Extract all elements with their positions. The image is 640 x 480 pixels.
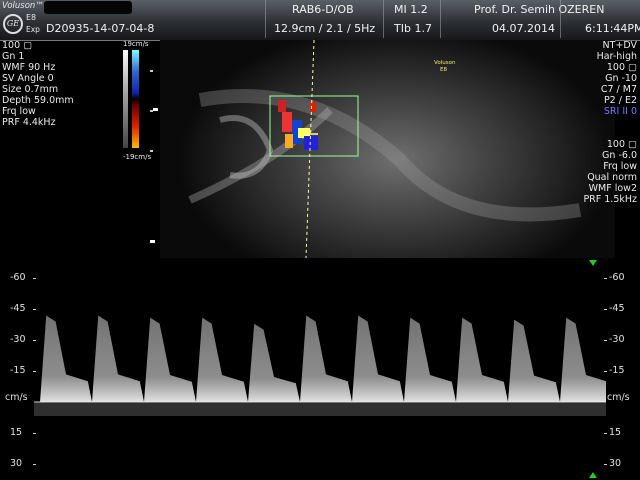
persistence-param: P2 / E2 xyxy=(603,95,637,106)
ultrasound-screen: Voluson™ GE E8 Exp D20935-14-07-04-8 RAB… xyxy=(0,0,640,480)
doppler-quality: Qual norm xyxy=(587,172,637,183)
color-velocity-bar xyxy=(132,50,139,148)
doppler-wmf: WMF low2 xyxy=(588,183,637,194)
top-status-bar: Voluson™ GE E8 Exp D20935-14-07-04-8 RAB… xyxy=(0,0,640,41)
sv-angle-param: SV Angle 0 xyxy=(2,73,54,84)
wmf-param: WMF 90 Hz xyxy=(2,62,56,73)
velocity-tick-mark xyxy=(604,309,607,311)
color-bar-top-label: 19cm/s xyxy=(123,40,149,48)
velocity-unit-right: cm/s xyxy=(607,392,630,403)
bmode-power: 100 ▢ xyxy=(606,62,637,73)
left-parameter-panel: 100 ▢ Gn 1 WMF 90 Hz SV Angle 0 Size 0.7… xyxy=(2,40,74,128)
baseline-marker xyxy=(153,108,158,111)
probe-preset: RAB6-D/OB xyxy=(292,3,354,16)
frequency-param: Frq low xyxy=(2,106,36,117)
doppler-power: 100 ▢ xyxy=(606,139,637,150)
right-bmode-panel: NT+DV Har-high 100 ▢ Gn -10 C7 / M7 P2 /… xyxy=(597,40,637,117)
velocity-tick-mark xyxy=(604,278,607,280)
spectral-doppler-trace[interactable] xyxy=(34,262,612,472)
watermark-brand: Voluson xyxy=(434,60,456,66)
gain-param: Gn 1 xyxy=(2,51,25,62)
velocity-tick-label: -60 xyxy=(609,272,625,284)
cardiac-cycle-waveform xyxy=(40,315,92,402)
velocity-tick-label: -30 xyxy=(609,334,625,346)
cardiac-cycle-waveform xyxy=(144,317,196,402)
cardiac-cycle-waveform xyxy=(456,317,508,402)
sri-param: SRI II 0 xyxy=(603,106,637,117)
velocity-tick-mark xyxy=(604,432,607,434)
focus-marker xyxy=(150,240,155,243)
redacted-name-block xyxy=(44,1,132,14)
sweep-marker-top-icon xyxy=(589,260,597,266)
harmonic-param: Har-high xyxy=(596,51,637,62)
bmode-image[interactable]: Voluson E8 xyxy=(160,40,615,258)
right-doppler-panel: 100 ▢ Gn -6.0 Frq low Qual norm WMF low2… xyxy=(583,139,637,205)
scan-params: 12.9cm / 2.1 / 5Hz xyxy=(274,22,376,35)
depth-mark xyxy=(150,150,153,152)
velocity-tick-mark xyxy=(33,309,36,311)
doppler-frequency: Frq low xyxy=(603,161,637,172)
depth-param: Depth 59.0mm xyxy=(2,95,74,106)
velocity-tick-label: -15 xyxy=(609,365,625,377)
cardiac-cycle-waveform xyxy=(248,323,300,402)
ge-logo-icon: GE xyxy=(3,14,23,34)
cardiac-cycle-waveform xyxy=(92,315,144,402)
cardiac-cycle-waveform xyxy=(352,315,404,402)
exam-time: 6:11:44PM xyxy=(585,22,640,35)
exam-date: 04.07.2014 xyxy=(492,22,555,35)
velocity-tick-mark xyxy=(33,463,36,465)
velocity-tick-mark xyxy=(33,371,36,373)
mechanical-index: MI 1.2 xyxy=(394,3,428,16)
grayscale-bar xyxy=(123,50,128,148)
thermal-index: TIb 1.7 xyxy=(394,22,432,35)
patient-id: D20935-14-07-04-8 xyxy=(46,22,155,35)
lock-icon: ▢ xyxy=(20,40,33,51)
lock-icon: ▢ xyxy=(625,139,637,150)
depth-mark xyxy=(150,70,153,72)
velocity-tick-label: -15 xyxy=(10,365,26,377)
prf-param: PRF 4.4kHz xyxy=(2,117,56,128)
velocity-tick-label: -45 xyxy=(10,303,26,315)
velocity-tick-mark xyxy=(33,278,36,280)
depth-mark xyxy=(150,110,153,112)
cardiac-cycle-waveform xyxy=(300,315,352,402)
bmode-gain: Gn -10 xyxy=(605,73,637,84)
reverse-flow-band xyxy=(34,402,606,416)
spectral-svg xyxy=(34,315,612,416)
size-param: Size 0.7mm xyxy=(2,84,59,95)
bmode-mode: NT+DV xyxy=(602,40,637,51)
velocity-tick-mark xyxy=(604,340,607,342)
watermark-model: E8 xyxy=(440,67,447,73)
cardiac-cycle-waveform xyxy=(404,317,456,402)
cardiac-cycle-waveform xyxy=(560,317,612,402)
doppler-prf: PRF 1.5kHz xyxy=(583,194,637,205)
cardiac-cycle-waveform xyxy=(196,317,248,402)
velocity-tick-label: 15 xyxy=(609,426,622,438)
doppler-gain: Gn -6.0 xyxy=(602,150,637,161)
sweep-marker-bottom-icon xyxy=(589,472,597,478)
velocity-unit-left: cm/s xyxy=(5,392,28,403)
model-sub-label: Exp xyxy=(26,25,40,34)
output-power: 100 ▢ xyxy=(2,40,33,51)
model-label: E8 xyxy=(26,13,37,22)
velocity-tick-label: 30 xyxy=(609,457,622,469)
brand-label: Voluson™ xyxy=(2,1,44,11)
velocity-tick-label: -30 xyxy=(10,334,26,346)
velocity-tick-mark xyxy=(33,340,36,342)
velocity-tick-mark xyxy=(604,463,607,465)
operator-name: Prof. Dr. Semih OZEREN xyxy=(474,3,605,16)
velocity-tick-label: 15 xyxy=(10,426,23,438)
velocity-tick-mark xyxy=(604,371,607,373)
cardiac-cycle-waveform xyxy=(508,319,560,402)
bmode-svg xyxy=(188,40,582,258)
contrast-map: C7 / M7 xyxy=(600,84,637,95)
lock-icon: ▢ xyxy=(625,62,637,73)
velocity-tick-label: -45 xyxy=(609,303,625,315)
velocity-tick-label: 30 xyxy=(10,457,23,469)
velocity-tick-mark xyxy=(33,432,36,434)
velocity-tick-label: -60 xyxy=(10,272,26,284)
color-bar-bottom-label: -19cm/s xyxy=(123,153,152,161)
